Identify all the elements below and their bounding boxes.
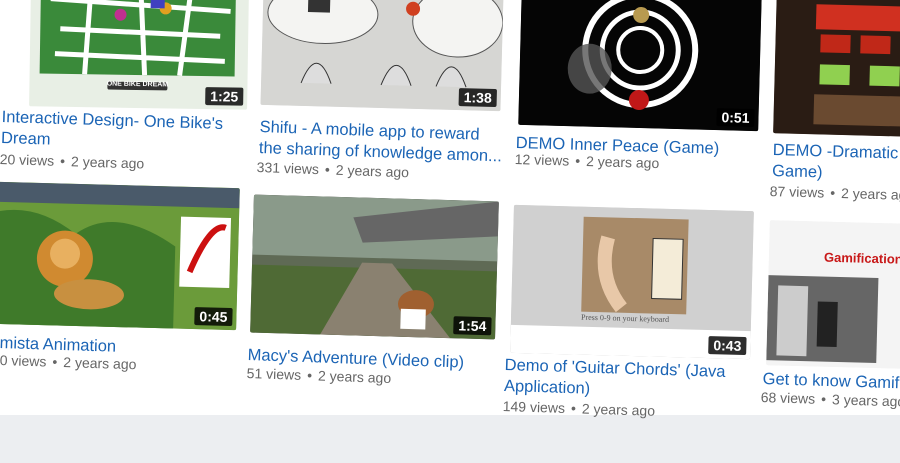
video-meta: 68 views • 3 years ago — [760, 389, 900, 410]
video-thumbnail[interactable]: 1:54 — [250, 194, 499, 340]
upload-age: 2 years ago — [581, 400, 656, 419]
upload-age: 2 years ago — [70, 153, 145, 172]
video-thumbnail[interactable] — [773, 0, 900, 137]
video-duration: 0:43 — [708, 336, 747, 356]
upload-age: 2 years ago — [317, 367, 392, 387]
meta-separator: • — [52, 353, 58, 370]
video-duration: 0:51 — [716, 108, 755, 128]
view-count: 0 views — [0, 352, 47, 370]
meta-separator: • — [820, 390, 827, 408]
video-title-line2[interactable]: Game) — [772, 161, 900, 186]
upload-age: 2 years ag — [840, 184, 900, 203]
upload-age: 2 years ago — [63, 353, 137, 373]
upload-age: 2 years ago — [335, 161, 410, 181]
upload-age: 3 years ago — [831, 391, 900, 410]
meta-separator: • — [570, 400, 577, 417]
view-count: 68 views — [760, 389, 816, 407]
video-thumbnail[interactable]: ONE BIKE DREAM 1:25 — [29, 0, 249, 110]
arcade-illustration — [773, 0, 900, 137]
video-title[interactable]: DEMO -Dramatic ( Game) — [772, 140, 900, 186]
video-duration: 1:25 — [205, 87, 244, 106]
slide-title: Gamification — [823, 249, 900, 267]
video-thumbnail[interactable]: Press 0-9 on your keyboard 0:43 — [510, 204, 754, 360]
video-meta: 87 views • 2 years ag — [770, 183, 900, 203]
video-title[interactable]: Interactive Design- One Bike's Dream — [1, 107, 224, 156]
view-count: 20 views — [0, 151, 55, 169]
view-count: 87 views — [769, 183, 825, 201]
video-duration: 1:38 — [458, 88, 497, 108]
meta-separator: • — [324, 161, 331, 178]
upload-age: 2 years ago — [585, 152, 660, 172]
view-count: 149 views — [502, 398, 566, 416]
slide-illustration — [766, 220, 900, 369]
video-meta: 12 views • 2 years ago — [515, 151, 660, 171]
video-grid: ONE BIKE DREAM 1:25 Interactive Design- … — [0, 0, 900, 463]
meta-separator: • — [829, 184, 836, 201]
view-count: 51 views — [246, 365, 302, 383]
video-title[interactable]: Demo of 'Guitar Chords' (Java Applicatio… — [504, 355, 726, 404]
video-meta: 0 views • 2 years ago — [0, 352, 137, 372]
page-footer-band — [0, 415, 900, 463]
view-count: 12 views — [514, 151, 570, 169]
video-thumbnail[interactable]: 0:45 — [0, 181, 240, 331]
video-duration: 1:54 — [453, 316, 492, 336]
meta-separator: • — [574, 152, 581, 169]
video-meta: 20 views • 2 years ago — [0, 151, 144, 172]
view-count: 331 views — [256, 159, 320, 178]
meta-separator: • — [306, 367, 313, 384]
video-logo-text: ONE BIKE DREAM — [106, 80, 169, 89]
video-duration: 0:45 — [194, 307, 233, 327]
video-thumbnail[interactable]: 1:38 — [260, 0, 504, 112]
video-thumbnail[interactable]: 0:51 — [518, 0, 762, 132]
video-thumbnail[interactable]: Gamification — [766, 220, 900, 369]
meta-separator: • — [59, 152, 66, 170]
